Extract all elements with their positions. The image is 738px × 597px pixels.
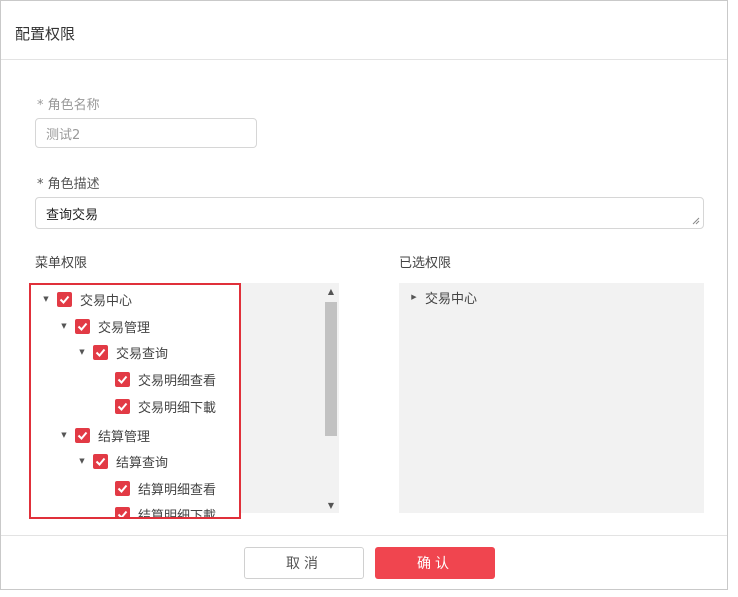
checkmark-icon bbox=[77, 431, 88, 440]
checkmark-icon bbox=[117, 510, 128, 517]
tree-scrollbar[interactable]: ▲ ▼ bbox=[323, 284, 339, 512]
checkbox-checked[interactable] bbox=[57, 291, 72, 307]
tree-node-label: 结算明细查看 bbox=[138, 482, 217, 498]
tree-node[interactable]: 交易明细下載 bbox=[115, 395, 216, 417]
checkmark-icon bbox=[95, 457, 106, 466]
checkbox-checked[interactable] bbox=[115, 480, 130, 496]
menu-permission-tree: ▼ 交易中心 ▼ 交易管理 ▼ 交易查询 交易明细查看 交易明细下載 ▼ 结算管… bbox=[29, 283, 241, 519]
checkmark-icon bbox=[59, 295, 70, 304]
resize-handle-icon[interactable] bbox=[692, 217, 700, 225]
checkmark-icon bbox=[95, 348, 106, 357]
checkbox-checked[interactable] bbox=[93, 344, 108, 360]
tree-node[interactable]: ▼ 交易查询 bbox=[77, 341, 168, 363]
role-name-value: 测试2 bbox=[46, 127, 81, 143]
checkbox-checked[interactable] bbox=[115, 371, 130, 387]
selected-permissions-label: 已选权限 bbox=[399, 256, 452, 271]
role-desc-textarea[interactable]: 查询交易 bbox=[35, 197, 704, 229]
selected-permission-tree: ▶ 交易中心 bbox=[399, 283, 704, 513]
footer-divider bbox=[1, 535, 727, 536]
tree-node-label: 交易查询 bbox=[116, 346, 169, 362]
tree-node-label: 结算查询 bbox=[116, 455, 169, 471]
checkmark-icon bbox=[77, 322, 88, 331]
checkbox-checked[interactable] bbox=[115, 506, 130, 517]
caret-down-icon[interactable]: ▼ bbox=[59, 431, 69, 439]
caret-down-icon[interactable]: ▼ bbox=[77, 348, 87, 356]
checkmark-icon bbox=[117, 484, 128, 493]
caret-down-icon[interactable]: ▼ bbox=[59, 322, 69, 330]
tree-node[interactable]: 结算明细下載 bbox=[115, 503, 217, 519]
tree-node[interactable]: ▼ 交易中心 bbox=[41, 288, 132, 310]
checkmark-icon bbox=[117, 402, 128, 411]
role-name-label: * 角色名称 bbox=[37, 98, 100, 113]
checkbox-checked[interactable] bbox=[93, 453, 108, 469]
scrollbar-thumb[interactable] bbox=[325, 302, 337, 436]
scroll-up-icon[interactable]: ▲ bbox=[323, 284, 339, 298]
tree-node[interactable]: ▶ 交易中心 bbox=[409, 286, 477, 308]
caret-down-icon[interactable]: ▼ bbox=[41, 295, 51, 303]
dialog-header: 配置权限 bbox=[1, 1, 727, 60]
checkbox-checked[interactable] bbox=[75, 427, 90, 443]
checkbox-checked[interactable] bbox=[75, 318, 90, 334]
tree-node-label: 结算管理 bbox=[98, 429, 151, 445]
role-name-input[interactable]: 测试2 bbox=[35, 118, 257, 148]
permission-dialog: 配置权限 * 角色名称 测试2 * 角色描述 查询交易 菜单权限 已选权限 ▼ … bbox=[0, 0, 728, 590]
scroll-down-icon[interactable]: ▼ bbox=[323, 498, 339, 512]
caret-down-icon[interactable]: ▼ bbox=[77, 457, 87, 465]
role-desc-label: * 角色描述 bbox=[37, 177, 100, 192]
tree-node-label: 交易中心 bbox=[425, 291, 478, 307]
caret-right-icon[interactable]: ▶ bbox=[409, 293, 419, 301]
dialog-title: 配置权限 bbox=[15, 25, 76, 43]
tree-node-label: 交易管理 bbox=[98, 320, 151, 336]
tree-node[interactable]: 交易明细查看 bbox=[115, 368, 216, 390]
tree-node-label: 交易明细查看 bbox=[138, 373, 217, 389]
tree-node-label: 交易明细下載 bbox=[138, 400, 217, 416]
checkmark-icon bbox=[117, 375, 128, 384]
tree-node[interactable]: ▼ 结算查询 bbox=[77, 450, 168, 472]
tree-node-label: 结算明细下載 bbox=[138, 508, 217, 519]
checkbox-checked[interactable] bbox=[115, 398, 130, 414]
tree-node-label: 交易中心 bbox=[80, 293, 133, 309]
cancel-button[interactable]: 取消 bbox=[244, 547, 364, 579]
tree-node[interactable]: ▼ 结算管理 bbox=[59, 424, 150, 446]
tree-node[interactable]: ▼ 交易管理 bbox=[59, 315, 150, 337]
tree-node[interactable]: 结算明细查看 bbox=[115, 477, 216, 499]
confirm-button[interactable]: 确认 bbox=[375, 547, 495, 579]
role-desc-value: 查询交易 bbox=[46, 207, 99, 223]
menu-permissions-label: 菜单权限 bbox=[35, 256, 88, 271]
